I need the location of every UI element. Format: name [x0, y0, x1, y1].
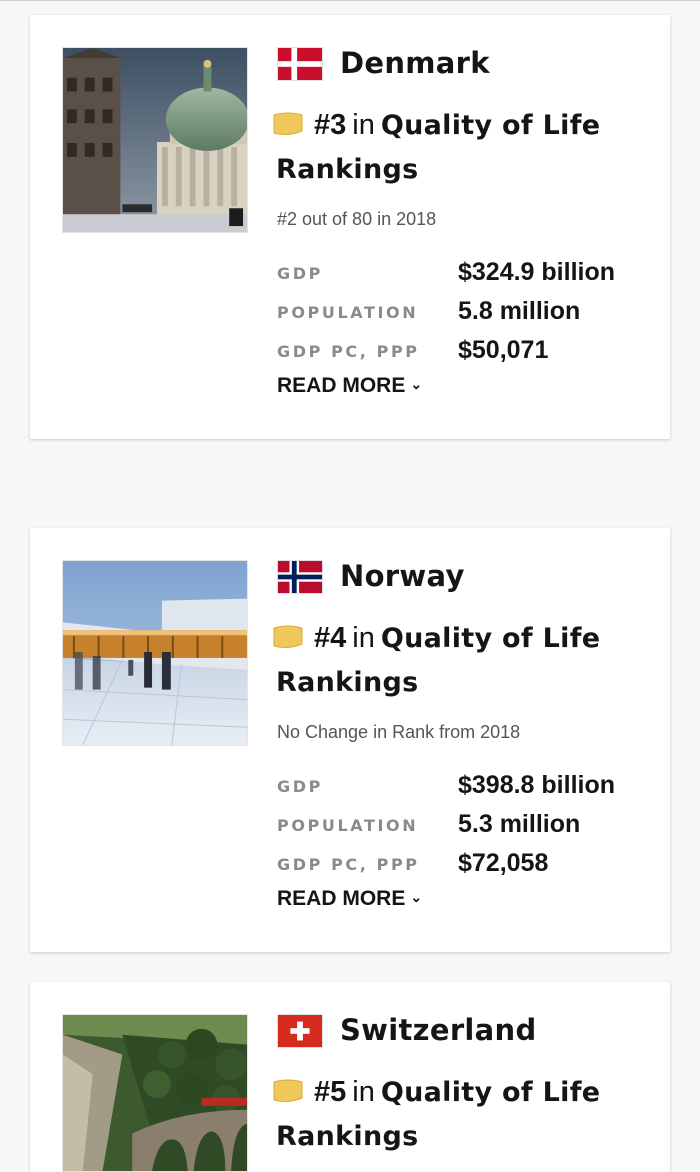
stat-value: $398.8 billion — [458, 771, 616, 799]
stats-table: GDP $324.9 billion POPULATION 5.8 millio… — [277, 255, 647, 372]
stat-row-population: POPULATION 5.8 million — [277, 294, 647, 333]
read-more-label: READ MORE — [277, 374, 406, 397]
rank-line[interactable]: #5 in Quality of Life — [314, 1070, 600, 1115]
rank-number: #5 — [314, 1076, 347, 1108]
country-photo[interactable] — [62, 560, 248, 746]
rank-change-text: #2 out of 80 in 2018 — [277, 209, 437, 229]
read-more-button[interactable]: READ MORE ⌄ — [277, 370, 422, 400]
stat-value: 5.3 million — [458, 810, 581, 838]
top-divider — [0, 0, 700, 1]
rank-in-word: in — [352, 109, 375, 141]
copenhagen-church-photo-icon — [63, 48, 247, 232]
country-card-denmark[interactable]: Denmark #3 in Quality of Life Rankings #2 … — [30, 15, 670, 439]
country-photo[interactable] — [62, 1014, 248, 1172]
stat-row-gdp-pc-ppp: GDP PC, PPP $50,071 — [277, 333, 647, 372]
flag-icon — [277, 1014, 323, 1048]
rank-category: Quality of Life — [380, 110, 601, 141]
rank-number: #3 — [314, 109, 347, 141]
country-card-norway[interactable]: Norway #4 in Quality of Life Rankings No C… — [30, 528, 670, 952]
stats-table: GDP $398.8 billion POPULATION 5.3 millio… — [277, 768, 647, 885]
rank-category: Quality of Life — [380, 623, 601, 654]
rank-category-continued[interactable]: Rankings — [276, 1115, 418, 1159]
rank-line[interactable]: #3 in Quality of Life — [314, 103, 600, 148]
switzerland-flag-icon — [278, 1015, 322, 1047]
swiss-viaduct-train-photo-icon — [63, 1015, 247, 1171]
rank-in-word: in — [352, 1076, 375, 1108]
rank-line[interactable]: #4 in Quality of Life — [314, 616, 600, 661]
stat-value: 5.8 million — [458, 297, 581, 325]
oslo-opera-house-photo-icon — [63, 561, 247, 745]
chevron-down-icon: ⌄ — [410, 376, 423, 392]
stat-value: $72,058 — [458, 849, 549, 877]
rank-in-word: in — [352, 622, 375, 654]
chevron-down-icon: ⌄ — [410, 889, 423, 905]
rank-change-text: No Change in Rank from 2018 — [277, 722, 521, 742]
stat-row-population: POPULATION 5.3 million — [277, 807, 647, 846]
country-name[interactable]: Switzerland — [340, 1010, 537, 1050]
stat-row-gdp: GDP $324.9 billion — [277, 255, 647, 294]
denmark-flag-icon — [278, 48, 322, 80]
ranking-badge-icon — [272, 1078, 304, 1104]
read-more-label: READ MORE — [277, 887, 406, 910]
country-photo[interactable] — [62, 47, 248, 233]
rank-category-continued[interactable]: Rankings — [276, 148, 418, 192]
stat-label: GDP PC, PPP — [277, 342, 420, 361]
stat-row-gdp: GDP $398.8 billion — [277, 768, 647, 807]
stat-label: POPULATION — [277, 303, 419, 322]
stat-label: GDP — [277, 264, 323, 283]
rank-category: Quality of Life — [380, 1077, 601, 1108]
stat-value: $50,071 — [458, 336, 549, 364]
ranking-badge-icon — [272, 111, 304, 137]
rank-number: #4 — [314, 622, 347, 654]
country-name[interactable]: Norway — [340, 556, 465, 596]
stat-label: GDP PC, PPP — [277, 855, 420, 874]
stat-label: GDP — [277, 777, 323, 796]
country-name[interactable]: Denmark — [340, 43, 490, 83]
country-card-switzerland[interactable]: Switzerland #5 in Quality of Life Rankings — [30, 982, 670, 1172]
stat-label: POPULATION — [277, 816, 419, 835]
flag-icon — [277, 560, 323, 594]
norway-flag-icon — [278, 561, 322, 593]
read-more-button[interactable]: READ MORE ⌄ — [277, 883, 422, 913]
rank-category-continued[interactable]: Rankings — [276, 661, 418, 705]
flag-icon — [277, 47, 323, 81]
stat-row-gdp-pc-ppp: GDP PC, PPP $72,058 — [277, 846, 647, 885]
stat-value: $324.9 billion — [458, 258, 616, 286]
ranking-badge-icon — [272, 624, 304, 650]
